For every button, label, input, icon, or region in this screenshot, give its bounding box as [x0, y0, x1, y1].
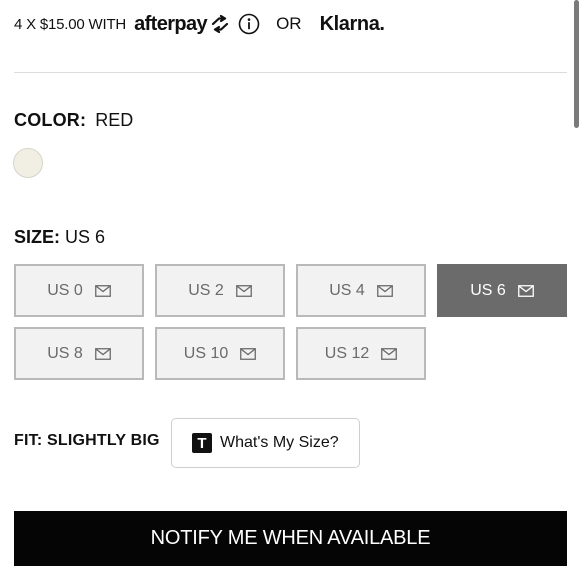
payment-options-row: 4 X $15.00 WITH afterpay OR Klarna. — [14, 8, 385, 40]
divider — [14, 72, 567, 73]
size-option-us-6[interactable]: US 6 — [437, 264, 567, 317]
fit-label: FIT: SLIGHTLY BIG — [14, 432, 160, 449]
afterpay-logo: afterpay — [134, 13, 232, 36]
size-option-us-0[interactable]: US 0 — [14, 264, 144, 317]
scrollbar-thumb[interactable] — [574, 0, 579, 128]
afterpay-arrows-icon — [208, 15, 232, 33]
or-text: OR — [276, 14, 302, 33]
mail-icon — [381, 347, 398, 360]
mail-icon — [235, 284, 252, 297]
size-option-label: US 12 — [324, 344, 370, 362]
size-option-us-12[interactable]: US 12 — [296, 327, 426, 380]
size-heading: SIZE: US 6 — [14, 227, 105, 248]
mail-icon — [376, 284, 393, 297]
size-value: US 6 — [65, 227, 106, 247]
size-option-us-8[interactable]: US 8 — [14, 327, 144, 380]
afterpay-wordmark: afterpay — [134, 12, 208, 35]
true-fit-logo-icon: T — [192, 433, 212, 453]
mail-icon — [94, 347, 111, 360]
whats-my-size-button[interactable]: T What's My Size? — [171, 418, 360, 468]
installment-text: 4 X $15.00 WITH — [14, 15, 127, 33]
klarna-logo: Klarna. — [319, 12, 385, 35]
color-heading: COLOR: RED — [14, 110, 133, 131]
size-option-label: US 0 — [47, 281, 83, 299]
size-option-label: US 8 — [47, 344, 83, 362]
color-value: RED — [95, 110, 134, 130]
color-swatch[interactable] — [13, 148, 43, 178]
size-option-us-10[interactable]: US 10 — [155, 327, 285, 380]
color-label: COLOR: — [14, 110, 87, 130]
mail-icon — [517, 284, 534, 297]
mail-icon — [240, 347, 257, 360]
mail-icon — [94, 284, 111, 297]
size-label: SIZE: — [14, 227, 61, 247]
size-option-us-2[interactable]: US 2 — [155, 264, 285, 317]
notify-me-button[interactable]: NOTIFY ME WHEN AVAILABLE — [14, 511, 567, 566]
whats-my-size-label: What's My Size? — [220, 434, 339, 451]
size-option-us-4[interactable]: US 4 — [296, 264, 426, 317]
size-option-label: US 2 — [188, 281, 224, 299]
size-option-label: US 10 — [183, 344, 229, 362]
size-option-label: US 6 — [470, 281, 506, 299]
info-icon[interactable] — [238, 13, 260, 35]
size-option-label: US 4 — [329, 281, 365, 299]
